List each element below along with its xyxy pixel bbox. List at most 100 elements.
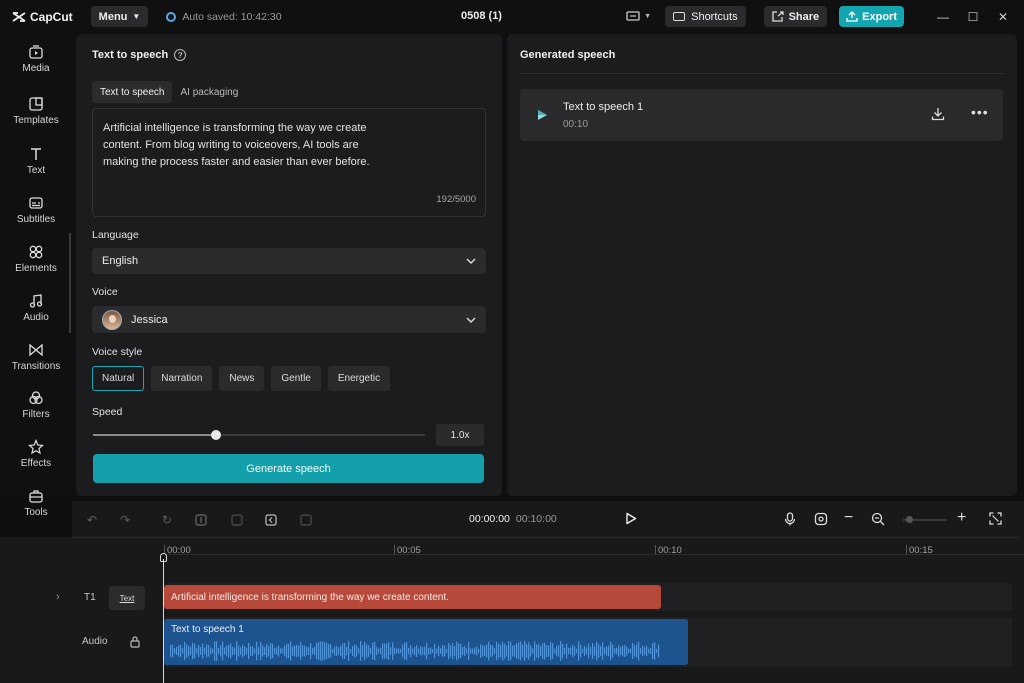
crop-icon[interactable] [265, 514, 277, 526]
voice-select[interactable]: Jessica [92, 306, 486, 333]
waveform-bar [324, 642, 326, 660]
zoom-out-icon[interactable] [871, 512, 885, 526]
snapshot-icon[interactable] [814, 512, 828, 526]
sidebar-item-audio[interactable]: Audio [0, 293, 72, 323]
waveform-bar [642, 645, 644, 657]
zoom-in-icon[interactable]: + [957, 509, 966, 527]
waveform-bar [226, 645, 228, 657]
sidebar-item-elements[interactable]: Elements [0, 244, 72, 274]
waveform-bar [584, 645, 586, 657]
waveform-bar [404, 642, 406, 660]
speed-slider-handle[interactable] [210, 430, 221, 440]
minimize-icon[interactable]: — [928, 10, 958, 24]
play-icon[interactable] [625, 512, 637, 525]
play-icon[interactable] [536, 109, 548, 121]
waveform-bar [634, 645, 636, 657]
menu-button[interactable]: Menu ▼ [90, 6, 149, 27]
more-options-icon[interactable]: ••• [971, 104, 989, 120]
sidebar-item-tools[interactable]: Tools [0, 488, 72, 518]
export-button[interactable]: Export [839, 6, 904, 27]
shortcuts-button[interactable]: Shortcuts [665, 6, 746, 27]
waveform-bar [356, 645, 358, 657]
time-ruler[interactable] [162, 554, 1024, 555]
waveform-bar [478, 648, 480, 654]
sidebar-item-label: Elements [15, 263, 57, 274]
waveform-bar [578, 641, 580, 661]
upload-icon [846, 11, 858, 22]
audio-clip[interactable]: Text to speech 1 [164, 619, 688, 665]
app-logo: CapCut [12, 10, 73, 24]
waveform-bar [614, 648, 616, 654]
playhead[interactable] [163, 559, 164, 683]
waveform-bar [558, 645, 560, 657]
waveform-bar [278, 645, 280, 657]
language-select[interactable]: English [92, 248, 486, 274]
top-bar: CapCut Menu ▼ Auto saved: 10:42:30 0508 … [0, 0, 1024, 33]
text-clip[interactable]: Artificial intelligence is transforming … [164, 585, 661, 609]
sidebar-item-subtitles[interactable]: Subtitles [0, 195, 72, 225]
waveform-bar [636, 644, 638, 658]
waveform-bar [544, 642, 546, 660]
share-button[interactable]: Share [763, 6, 828, 27]
microphone-icon[interactable] [784, 512, 796, 526]
waveform-bar [384, 643, 386, 659]
waveform-bar [568, 647, 570, 655]
style-gentle[interactable]: Gentle [271, 366, 321, 391]
waveform-bar [650, 647, 652, 655]
waveform-bar [518, 642, 520, 660]
audio-track-label: Audio [82, 636, 108, 647]
sidebar-item-templates[interactable]: Templates [0, 96, 72, 126]
sidebar-item-text[interactable]: Text [0, 146, 72, 176]
generate-speech-button[interactable]: Generate speech [93, 454, 484, 483]
templates-icon [29, 97, 43, 111]
fit-screen-icon[interactable] [989, 512, 1002, 525]
zoom-out-minus-icon[interactable]: − [844, 509, 853, 527]
waveform-bar [362, 645, 364, 657]
waveform-bar [620, 646, 622, 656]
zoom-slider-handle[interactable] [906, 516, 913, 523]
sidebar-item-effects[interactable]: Effects [0, 439, 72, 469]
waveform-bar [290, 641, 292, 661]
waveform-bar [422, 647, 424, 655]
split-icon[interactable] [195, 514, 207, 526]
generated-speech-item[interactable]: Text to speech 1 00:10 ••• [520, 89, 1003, 141]
waveform-bar [466, 648, 468, 654]
expand-track-icon[interactable]: › [56, 591, 60, 603]
lock-icon[interactable] [130, 636, 140, 648]
waveform-bar [594, 646, 596, 656]
download-icon[interactable] [931, 107, 945, 121]
sidebar-item-media[interactable]: Media [0, 44, 72, 74]
waveform-bar [312, 647, 314, 655]
redo-icon[interactable]: ↷ [120, 513, 130, 527]
undo-icon[interactable]: ↶ [87, 513, 97, 527]
help-icon[interactable]: ? [174, 49, 187, 61]
project-title[interactable]: 0508 (1) [461, 10, 502, 22]
style-narration[interactable]: Narration [151, 366, 213, 391]
waveform-bar [586, 647, 588, 655]
rotate-icon[interactable]: ↻ [162, 513, 172, 527]
style-natural[interactable]: Natural [92, 366, 145, 391]
maximize-icon[interactable]: ☐ [958, 10, 988, 24]
trim-icon[interactable] [231, 514, 243, 526]
tab-ai-packaging[interactable]: AI packaging [172, 81, 246, 103]
waveform-bar [376, 646, 378, 656]
style-energetic[interactable]: Energetic [327, 366, 391, 391]
speed-value[interactable]: 1.0x [436, 424, 484, 446]
waveform-bar [596, 641, 598, 661]
script-textarea[interactable]: Artificial intelligence is transforming … [92, 108, 486, 217]
waveform-bar [622, 645, 624, 657]
waveform-bar [554, 648, 556, 654]
waveform-bar [178, 645, 180, 657]
layout-button[interactable]: ▼ [626, 11, 651, 22]
text-track-badge[interactable]: Text [109, 586, 145, 610]
waveform-bar [190, 646, 192, 656]
tab-text-to-speech[interactable]: Text to speech [92, 81, 173, 103]
sidebar-item-filters[interactable]: Filters [0, 390, 72, 420]
close-icon[interactable]: ✕ [988, 10, 1018, 24]
sidebar-scrollbar[interactable] [69, 233, 71, 333]
waveform-bar [406, 642, 408, 660]
waveform-bar [260, 641, 262, 661]
delete-icon[interactable] [300, 514, 312, 526]
style-news[interactable]: News [219, 366, 265, 391]
sidebar-item-transitions[interactable]: Transitions [0, 342, 72, 372]
